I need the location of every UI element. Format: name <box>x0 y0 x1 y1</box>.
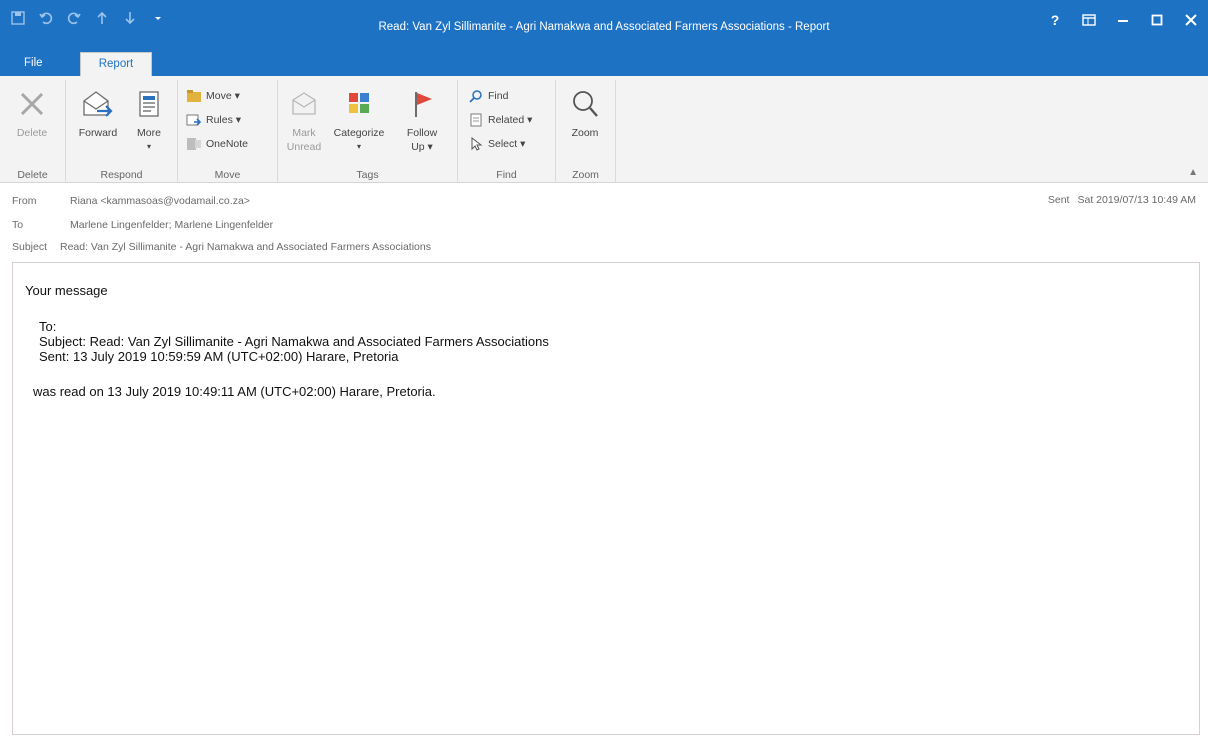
zoom-label: Zoom <box>571 127 599 139</box>
to-label: To <box>12 219 24 231</box>
group-label-respond: Respond <box>100 169 143 181</box>
more-respond-dropdown-icon: ▾ <box>146 142 151 151</box>
select-button[interactable]: Select ▾ <box>468 134 525 154</box>
group-label-tags: Tags <box>356 169 379 181</box>
follow-up-label-1: Follow <box>406 127 438 139</box>
follow-up-label-2: Up ▾ <box>411 141 433 153</box>
delete-button[interactable]: Delete <box>8 82 56 140</box>
subject-value: Read: Van Zyl Sillimanite - Agri Namakwa… <box>60 241 431 253</box>
close-icon[interactable] <box>1174 9 1208 31</box>
title-bar: Read: Van Zyl Sillimanite - Agri Namakwa… <box>0 0 1208 54</box>
more-respond-icon <box>128 82 170 126</box>
subject-label: Subject <box>12 241 48 253</box>
tab-strip <box>0 54 1208 76</box>
window-controls: ? <box>1038 9 1208 31</box>
tab-report[interactable]: Report <box>80 52 152 76</box>
cursor-icon <box>468 136 484 152</box>
rules-label: Rules ▾ <box>206 114 242 126</box>
related-button[interactable]: Related ▾ <box>468 110 532 130</box>
group-find: Find Related ▾ Select ▾ Find <box>458 80 556 183</box>
subject-row: Subject Read: Van Zyl Sillimanite - Agri… <box>12 238 431 256</box>
body-heading: Your message <box>25 283 108 298</box>
to-value[interactable]: Marlene Lingenfelder; Marlene Lingenfeld… <box>70 219 273 231</box>
help-icon[interactable]: ? <box>1038 9 1072 31</box>
ribbon-display-icon[interactable] <box>1072 9 1106 31</box>
move-button[interactable]: Move ▾ <box>186 86 240 106</box>
window-title: Read: Van Zyl Sillimanite - Agri Namakwa… <box>378 21 830 33</box>
mark-unread-button[interactable]: Mark Unread <box>284 82 324 154</box>
sent-block: Sent Sat 2019/07/13 10:49 AM <box>1048 194 1196 206</box>
maximize-icon[interactable] <box>1140 9 1174 31</box>
group-tags: Mark Unread Categorize ▾ Follow Up ▾ Tag… <box>278 80 458 183</box>
group-label-delete: Delete <box>17 169 48 181</box>
body-sent-line: Sent: 13 July 2019 10:59:59 AM (UTC+02:0… <box>39 349 399 364</box>
minimize-icon[interactable] <box>1106 9 1140 31</box>
select-label: Select ▾ <box>488 138 526 150</box>
move-icon <box>186 88 202 104</box>
to-row: To Marlene Lingenfelder; Marlene Lingenf… <box>12 216 273 234</box>
related-label: Related ▾ <box>488 114 533 126</box>
body-subject-line: Subject: Read: Van Zyl Sillimanite - Agr… <box>39 334 549 349</box>
group-label-find: Find <box>496 169 517 181</box>
from-label: From <box>12 195 37 207</box>
rules-button[interactable]: Rules ▾ <box>186 110 241 130</box>
collapse-ribbon-icon[interactable]: ▲ <box>1188 167 1198 178</box>
follow-up-button[interactable]: Follow Up ▾ <box>394 82 450 154</box>
onenote-label: OneNote <box>206 138 249 150</box>
delete-icon <box>8 82 56 126</box>
message-header: From Riana <kammasoas@vodamail.co.za> To… <box>0 184 1208 258</box>
categorize-label: Categorize <box>333 127 385 139</box>
forward-icon <box>72 82 124 126</box>
rules-icon <box>186 112 202 128</box>
group-label-zoom: Zoom <box>572 169 599 181</box>
mark-unread-label-2: Unread <box>286 141 322 153</box>
forward-button[interactable]: Forward <box>72 82 124 140</box>
ribbon: Delete Delete Forward More ▾ Respond Mov… <box>0 76 1208 183</box>
find-label: Find <box>488 90 509 102</box>
group-zoom: Zoom Zoom <box>556 80 616 183</box>
categorize-dropdown-icon: ▾ <box>356 142 361 151</box>
move-label: Move ▾ <box>206 90 240 102</box>
group-label-move: Move <box>214 169 241 181</box>
from-value[interactable]: Riana <kammasoas@vodamail.co.za> <box>70 195 250 207</box>
delete-label: Delete <box>16 127 48 139</box>
group-move: Move ▾ Rules ▾ OneNote Move <box>178 80 278 183</box>
categorize-button[interactable]: Categorize ▾ <box>328 82 390 154</box>
zoom-icon <box>562 82 608 126</box>
mark-unread-icon <box>284 82 324 126</box>
body-read-line: was read on 13 July 2019 10:49:11 AM (UT… <box>33 384 436 399</box>
body-to-line: To: <box>39 319 57 334</box>
find-button[interactable]: Find <box>468 86 508 106</box>
tab-file[interactable]: File <box>8 52 59 76</box>
onenote-button[interactable]: OneNote <box>186 134 248 154</box>
onenote-icon <box>186 136 202 152</box>
related-icon <box>468 112 484 128</box>
more-respond-label: More <box>137 127 161 139</box>
zoom-button[interactable]: Zoom <box>562 82 608 140</box>
search-icon <box>468 88 484 104</box>
message-body[interactable]: Your message To: Subject: Read: Van Zyl … <box>12 262 1200 735</box>
group-delete: Delete Delete <box>0 80 66 183</box>
flag-icon <box>394 82 450 126</box>
more-respond-button[interactable]: More ▾ <box>128 82 170 154</box>
group-respond: Forward More ▾ Respond <box>66 80 178 183</box>
sent-value: Sat 2019/07/13 10:49 AM <box>1077 194 1196 206</box>
from-row: From Riana <kammasoas@vodamail.co.za> <box>12 192 250 210</box>
mark-unread-label-1: Mark <box>292 127 316 139</box>
forward-label: Forward <box>78 127 118 139</box>
categorize-icon <box>328 82 390 126</box>
sent-label: Sent <box>1047 194 1070 206</box>
